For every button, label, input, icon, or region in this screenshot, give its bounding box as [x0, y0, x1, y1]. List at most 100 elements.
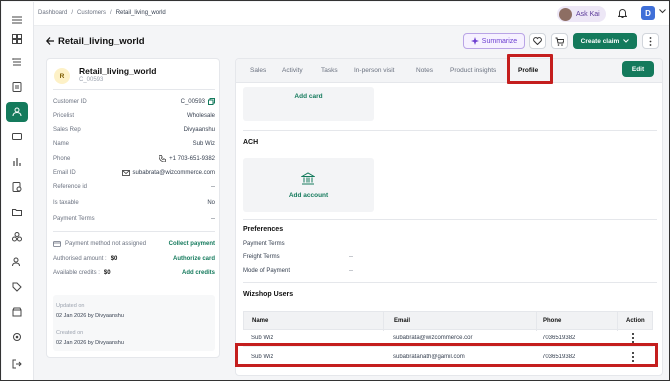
divider — [243, 282, 657, 283]
field-customer-id: Customer ID C_00593 — [53, 98, 215, 105]
more-options-button[interactable] — [642, 33, 659, 49]
field-email: Email ID subabrata@wizcommerce.com — [53, 170, 215, 176]
bell-icon[interactable] — [618, 8, 627, 18]
field-pricelist: Pricelist Wholesale — [53, 113, 215, 119]
tab-product-insights[interactable]: Product insights — [450, 67, 496, 74]
breadcrumb-customers[interactable]: Customers — [77, 10, 106, 16]
field-value[interactable]: +1 703-651-9382 — [169, 156, 215, 162]
cart-button[interactable] — [551, 33, 568, 49]
settings-icon[interactable] — [6, 327, 28, 347]
breadcrumb-dashboard[interactable]: Dashboard — [38, 10, 67, 16]
field-label: Phone — [53, 155, 71, 162]
create-claim-label: Create claim — [580, 37, 620, 45]
breadcrumb-current: Retail_living_world — [115, 10, 166, 16]
analytics-icon[interactable] — [6, 152, 28, 172]
field-label: Name — [53, 141, 70, 147]
logout-icon[interactable] — [6, 354, 28, 374]
copy-icon[interactable] — [208, 98, 215, 105]
folder-icon[interactable] — [6, 202, 28, 222]
store-icon[interactable] — [6, 302, 28, 322]
field-label: Payment Terms — [53, 216, 95, 222]
back-arrow-icon[interactable] — [46, 37, 55, 45]
payment-method-label: Payment method not assigned — [65, 241, 147, 247]
add-card-tile[interactable]: Add card — [243, 87, 374, 121]
cell-name: Sub Wiz — [251, 335, 274, 341]
field-sales-rep: Sales Rep Divyaanshu — [53, 127, 215, 133]
bank-icon — [301, 172, 315, 185]
tab-tasks[interactable]: Tasks — [321, 67, 338, 74]
menu-icon[interactable] — [6, 10, 28, 30]
authorised-amount-row: Authorised amount : $0 Authorize card — [53, 256, 215, 262]
field-value: Wholesale — [186, 113, 215, 119]
chevron-down-icon[interactable] — [659, 9, 666, 14]
field-label: Pricelist — [53, 113, 75, 119]
customer-code: C_00593 — [79, 77, 104, 83]
field-label: Reference id — [53, 184, 88, 190]
dashboard-icon[interactable] — [6, 29, 28, 49]
authorize-card-link[interactable]: Authorize card — [173, 256, 215, 262]
ask-kai-button[interactable]: Ask Kai — [557, 6, 606, 22]
available-credits-value: $0 — [103, 270, 111, 276]
breadcrumb-separator: / — [71, 10, 74, 16]
field-value: -- — [211, 184, 215, 190]
table-header: Name Email Phone Action — [243, 311, 653, 331]
summarize-label: Summarize — [481, 37, 518, 45]
tab-bar: Sales Activity Tasks In-person visit Not… — [236, 59, 662, 83]
tab-activity[interactable]: Activity — [282, 67, 303, 74]
created-on-value: 02 Jan 2026 by Divyaanshu — [56, 340, 124, 346]
divider — [243, 219, 657, 220]
ach-title: ACH — [243, 139, 259, 146]
users-icon[interactable] — [6, 252, 28, 272]
field-label: Email ID — [53, 170, 76, 176]
row-actions-icon[interactable] — [630, 333, 636, 343]
field-value: -- — [211, 216, 215, 222]
field-value: C_00593 — [180, 98, 205, 105]
divider — [53, 231, 215, 232]
create-claim-button[interactable]: Create claim — [573, 33, 637, 49]
favorite-button[interactable] — [529, 33, 546, 49]
kai-avatar — [559, 7, 572, 21]
column-separator — [383, 312, 384, 331]
reports-icon[interactable] — [6, 177, 28, 197]
field-value: Divyaanshu — [183, 127, 215, 133]
cart-icon — [555, 37, 564, 46]
header-name: Name — [252, 318, 269, 324]
tab-in-person-visit[interactable]: In-person visit — [354, 67, 394, 74]
field-label: Sales Rep — [53, 127, 81, 133]
chevron-down-icon — [623, 39, 630, 43]
available-credits-label: Available credits : — [53, 270, 100, 276]
catalog-icon[interactable] — [6, 52, 28, 72]
tab-notes[interactable]: Notes — [416, 67, 433, 74]
header-email: Email — [394, 318, 411, 324]
messages-icon[interactable] — [6, 127, 28, 147]
wizshop-users-title: Wizshop Users — [243, 291, 294, 298]
app-window: Dashboard / Customers / Retail_living_wo… — [0, 0, 670, 381]
sparkle-icon — [470, 37, 479, 45]
add-credits-link[interactable]: Add credits — [182, 270, 215, 276]
cell-phone: 7036519382 — [542, 335, 576, 341]
integrations-icon[interactable] — [6, 227, 28, 247]
available-credits-row: Available credits : $0 Add credits — [53, 270, 215, 276]
tag-icon[interactable] — [6, 277, 28, 297]
add-account-tile[interactable]: Add account — [243, 158, 374, 212]
user-avatar[interactable]: D — [641, 6, 655, 20]
customers-icon[interactable] — [6, 102, 28, 122]
field-label: Customer ID — [53, 98, 87, 105]
collect-payment-link[interactable]: Collect payment — [169, 241, 215, 247]
orders-icon[interactable] — [6, 77, 28, 97]
breadcrumb: Dashboard / Customers / Retail_living_wo… — [38, 10, 166, 16]
edit-button[interactable]: Edit — [622, 61, 654, 77]
phone-icon — [159, 155, 166, 162]
authorised-amount-label: Authorised amount : — [53, 256, 107, 262]
tab-sales[interactable]: Sales — [250, 67, 266, 74]
field-payment-terms: Payment Terms -- — [53, 216, 215, 222]
customer-details-card: R Retail_living_world C_00593 Customer I… — [46, 58, 220, 358]
field-reference-id: Reference id -- — [53, 184, 215, 190]
summarize-button[interactable]: Summarize — [463, 33, 525, 49]
column-separator — [536, 312, 537, 331]
mail-icon — [121, 170, 130, 176]
field-value[interactable]: subabrata@wizcommerce.com — [133, 170, 215, 176]
divider — [243, 130, 657, 131]
topbar: Dashboard / Customers / Retail_living_wo… — [34, 2, 669, 26]
selected-row-highlight — [235, 343, 658, 367]
